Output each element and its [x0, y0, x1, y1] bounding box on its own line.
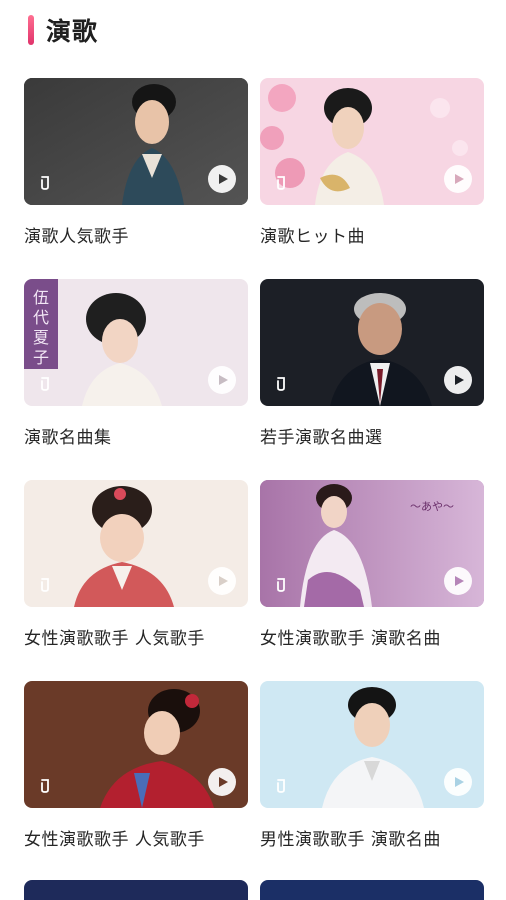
playlist-thumbnail[interactable] — [260, 279, 484, 406]
playlist-thumbnail[interactable] — [260, 681, 484, 808]
svg-text:夏: 夏 — [33, 328, 49, 347]
next-row-peek — [24, 880, 484, 900]
play-button[interactable] — [444, 768, 472, 796]
play-icon — [455, 174, 464, 184]
play-button[interactable] — [208, 768, 236, 796]
clip-icon — [277, 176, 285, 190]
svg-text:代: 代 — [33, 308, 49, 327]
play-icon — [219, 375, 228, 385]
playlist-title: 演歌名曲集 — [24, 428, 112, 448]
svg-text:〜あや〜: 〜あや〜 — [410, 500, 454, 513]
playlist-card[interactable]: 演歌ヒット曲 — [260, 78, 484, 279]
playlist-title: 女性演歌歌手 人気歌手 — [24, 830, 205, 850]
playlist-title: 女性演歌歌手 演歌名曲 — [260, 629, 441, 649]
playlist-card[interactable]: 〜あや〜 女性演歌歌手 演歌名曲 — [260, 480, 484, 681]
playlist-thumbnail-partial[interactable] — [24, 880, 248, 900]
section-accent-bar — [28, 15, 34, 45]
play-icon — [219, 576, 228, 586]
playlist-title: 男性演歌歌手 演歌名曲 — [260, 830, 441, 850]
playlist-thumbnail[interactable]: 伍 代 夏 子 — [24, 279, 248, 406]
play-button[interactable] — [208, 567, 236, 595]
playlist-title: 女性演歌歌手 人気歌手 — [24, 629, 205, 649]
play-button[interactable] — [208, 165, 236, 193]
playlist-card[interactable]: 演歌人気歌手 — [24, 78, 248, 279]
playlist-thumbnail[interactable]: 〜あや〜 — [260, 480, 484, 607]
play-button[interactable] — [444, 366, 472, 394]
section-header: 演歌 — [28, 12, 98, 48]
playlist-card[interactable]: 伍 代 夏 子 演歌名曲集 — [24, 279, 248, 480]
play-button[interactable] — [444, 567, 472, 595]
clip-icon — [41, 176, 49, 190]
playlist-title: 演歌人気歌手 — [24, 227, 129, 247]
playlist-title: 演歌ヒット曲 — [260, 227, 365, 247]
clip-icon — [41, 779, 49, 793]
play-icon — [455, 375, 464, 385]
playlist-thumbnail[interactable] — [24, 681, 248, 808]
playlist-card[interactable]: 若手演歌名曲選 — [260, 279, 484, 480]
play-icon — [455, 576, 464, 586]
svg-text:子: 子 — [33, 348, 49, 367]
playlist-title: 若手演歌名曲選 — [260, 428, 383, 448]
playlist-grid: 演歌人気歌手 演歌ヒット曲 伍 代 夏 子 演歌名曲集 若手演歌名曲選 女性演歌… — [24, 78, 484, 882]
play-icon — [455, 777, 464, 787]
clip-icon — [41, 377, 49, 391]
section-title: 演歌 — [46, 17, 99, 46]
playlist-card[interactable]: 女性演歌歌手 人気歌手 — [24, 681, 248, 882]
play-button[interactable] — [208, 366, 236, 394]
playlist-thumbnail[interactable] — [260, 78, 484, 205]
play-icon — [219, 777, 228, 787]
clip-icon — [277, 377, 285, 391]
playlist-thumbnail-partial[interactable] — [260, 880, 484, 900]
play-icon — [219, 174, 228, 184]
playlist-card[interactable]: 男性演歌歌手 演歌名曲 — [260, 681, 484, 882]
clip-icon — [277, 779, 285, 793]
screen: 演歌 演歌人気歌手 演歌ヒット曲 伍 代 夏 子 演歌名曲集 若手演歌名曲選 女… — [0, 0, 506, 900]
playlist-card[interactable]: 女性演歌歌手 人気歌手 — [24, 480, 248, 681]
playlist-thumbnail[interactable] — [24, 78, 248, 205]
play-button[interactable] — [444, 165, 472, 193]
clip-icon — [41, 578, 49, 592]
thumbnail-vertical-text: 伍 — [33, 288, 49, 307]
playlist-thumbnail[interactable] — [24, 480, 248, 607]
clip-icon — [277, 578, 285, 592]
